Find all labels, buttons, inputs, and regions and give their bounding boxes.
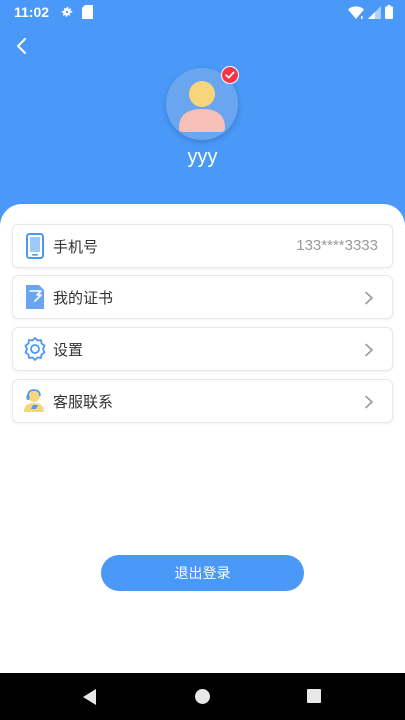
- menu-item-settings[interactable]: 设置: [12, 327, 393, 371]
- profile-screen: 11:02 yyy 手机号 133****3333 我的证书 设置 客服联系 退…: [0, 0, 405, 720]
- menu-item-phone[interactable]: 手机号 133****3333: [12, 224, 393, 268]
- check-badge-icon: [221, 66, 239, 84]
- username: yyy: [187, 146, 218, 168]
- certificate-icon: [26, 285, 44, 309]
- menu-item-label: 手机号: [53, 238, 99, 256]
- menu-item-label: 我的证书: [53, 289, 114, 307]
- signal-icon: [368, 5, 381, 19]
- menu-item-label: 客服联系: [53, 393, 114, 411]
- chevron-right-icon: [365, 395, 373, 409]
- nav-recent-apps-icon[interactable]: [307, 689, 321, 703]
- chevron-right-icon: [365, 343, 373, 357]
- logout-button[interactable]: 退出登录: [101, 555, 304, 591]
- status-time: 11:02: [14, 4, 50, 20]
- gear-icon: [61, 6, 73, 17]
- back-arrow-icon[interactable]: [10, 34, 36, 60]
- wifi-icon: [348, 5, 364, 19]
- nav-home-icon[interactable]: [195, 689, 210, 704]
- navigation-bar: [0, 673, 405, 720]
- nav-back-icon[interactable]: [82, 688, 98, 706]
- menu-item-customer-service[interactable]: 客服联系: [12, 379, 393, 423]
- customer-service-icon: [24, 389, 44, 412]
- menu-card: 手机号 133****3333 我的证书 设置 客服联系: [0, 204, 405, 674]
- status-right-icons: [348, 5, 393, 19]
- sd-card-icon: [82, 5, 93, 19]
- phone-number-value: 133****3333: [296, 237, 378, 254]
- battery-icon: [385, 5, 393, 19]
- chevron-right-icon: [365, 291, 373, 305]
- menu-item-certificate[interactable]: 我的证书: [12, 275, 393, 319]
- settings-icon: [24, 337, 46, 361]
- phone-icon: [26, 233, 44, 259]
- status-bar: 11:02: [0, 0, 405, 24]
- menu-item-label: 设置: [53, 341, 84, 359]
